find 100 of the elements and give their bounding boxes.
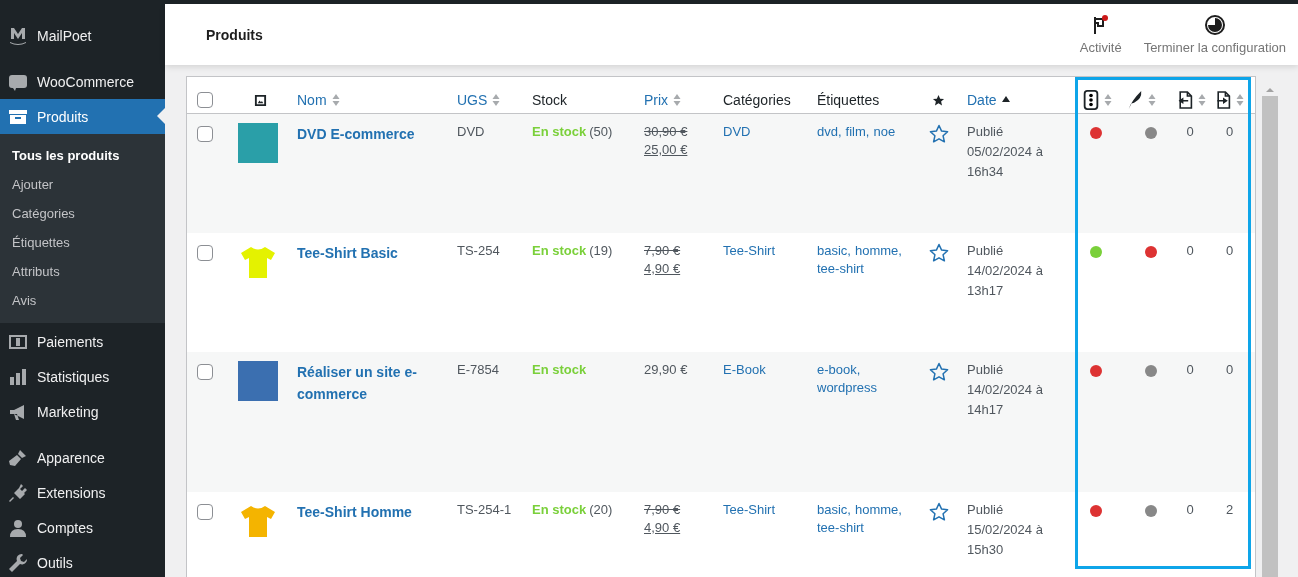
- price-text: 29,90 €: [644, 362, 689, 377]
- menu-item[interactable]: Outils: [0, 545, 165, 577]
- row-checkbox[interactable]: [197, 245, 213, 261]
- sku-text: TS-254-1: [457, 502, 512, 517]
- tag-link[interactable]: basic,: [817, 243, 851, 258]
- menu-item[interactable]: Statistiques: [0, 359, 165, 394]
- sort-icon[interactable]: [1104, 93, 1112, 107]
- sale-price: 4,90 €: [644, 261, 682, 276]
- stock-status: En stock: [532, 124, 587, 139]
- tag-link[interactable]: tee-shirt: [817, 261, 864, 276]
- menu-item[interactable]: WooCommerce: [0, 64, 165, 99]
- outgoing-document-icon[interactable]: [1215, 90, 1231, 110]
- photo-placeholder: [238, 123, 278, 163]
- menu-item[interactable]: Marketing: [0, 394, 165, 429]
- tag-link[interactable]: noe: [873, 124, 896, 139]
- old-price: 7,90 €: [644, 502, 682, 517]
- incoming-links-count: 0: [1186, 502, 1194, 517]
- incoming-links-count: 0: [1186, 124, 1194, 139]
- product-name-link[interactable]: Tee-Shirt Homme: [297, 502, 445, 524]
- sort-icon[interactable]: [1198, 93, 1206, 107]
- header-action[interactable]: Terminer la configuration: [1143, 14, 1286, 55]
- stock-status: En stock: [532, 243, 587, 258]
- sort-icon[interactable]: [1236, 93, 1244, 107]
- outgoing-links-count: 2: [1225, 502, 1234, 517]
- sort-icon[interactable]: [492, 93, 501, 107]
- menu-item[interactable]: MailPoet: [0, 18, 165, 53]
- sort-icon[interactable]: [1148, 93, 1156, 107]
- sort-column-link[interactable]: Prix: [644, 92, 669, 108]
- publish-date: 15/02/2024 à 15h30: [967, 521, 1044, 559]
- sort-icon[interactable]: [331, 93, 340, 107]
- menu-icon: [8, 482, 28, 503]
- publish-status: Publié: [967, 362, 1005, 377]
- outgoing-links-count: 0: [1225, 362, 1234, 377]
- sale-price: 4,90 €: [644, 520, 682, 535]
- publish-date: 14/02/2024 à 13h17: [967, 262, 1044, 300]
- star-icon[interactable]: [928, 124, 949, 144]
- stock-count: (19): [589, 243, 613, 258]
- menu-icon: [8, 447, 28, 468]
- category-link[interactable]: E-Book: [723, 362, 805, 377]
- submenu-item[interactable]: Avis: [0, 286, 165, 315]
- submenu-item[interactable]: Catégories: [0, 199, 165, 228]
- outgoing-links-count: 0: [1225, 124, 1234, 139]
- tag-link[interactable]: wordpress: [817, 380, 877, 395]
- tag-link[interactable]: homme,: [854, 502, 902, 517]
- sort-column-link[interactable]: Nom: [297, 92, 327, 108]
- menu-item[interactable]: Extensions: [0, 475, 165, 510]
- row-checkbox[interactable]: [197, 126, 213, 142]
- sku-text: E-7854: [457, 362, 499, 377]
- product-name-link[interactable]: Tee-Shirt Basic: [297, 243, 445, 265]
- star-icon[interactable]: [928, 243, 949, 263]
- star-icon[interactable]: [928, 502, 949, 522]
- incoming-links-count: 0: [1186, 243, 1194, 258]
- submenu-item[interactable]: Étiquettes: [0, 228, 165, 257]
- sort-column-link[interactable]: Date: [967, 92, 997, 108]
- sort-icon[interactable]: [673, 93, 682, 107]
- image-icon: [253, 93, 267, 107]
- row-checkbox[interactable]: [197, 364, 213, 380]
- stock-count: (20): [589, 502, 613, 517]
- tag-link[interactable]: e-book,: [817, 362, 861, 377]
- category-link[interactable]: Tee-Shirt: [723, 502, 805, 517]
- publish-date: 14/02/2024 à 14h17: [967, 381, 1044, 419]
- row-checkbox[interactable]: [197, 504, 213, 520]
- publish-status: Publié: [967, 502, 1005, 517]
- tag-link[interactable]: basic,: [817, 502, 851, 517]
- category-link[interactable]: DVD: [723, 124, 805, 139]
- menu-icon: [8, 517, 28, 538]
- traffic-light-icon[interactable]: [1083, 90, 1099, 110]
- publish-status: Publié: [967, 243, 1005, 258]
- menu-item[interactable]: Apparence: [0, 440, 165, 475]
- submenu-item[interactable]: Attributs: [0, 257, 165, 286]
- star-icon[interactable]: [928, 362, 949, 382]
- menu-item[interactable]: Comptes: [0, 510, 165, 545]
- submenu-item[interactable]: Tous les produits: [0, 141, 165, 170]
- progress-icon: [1203, 14, 1226, 36]
- photo-placeholder: [238, 361, 278, 401]
- old-price: 7,90 €: [644, 243, 682, 258]
- product-name-link[interactable]: Réaliser un site e-commerce: [297, 362, 445, 406]
- submenu-item[interactable]: Ajouter: [0, 170, 165, 199]
- sort-column-link[interactable]: UGS: [457, 92, 488, 108]
- tag-link[interactable]: dvd,: [817, 124, 842, 139]
- incoming-links-count: 0: [1186, 362, 1194, 377]
- incoming-document-icon[interactable]: [1177, 90, 1193, 110]
- stock-status: En stock: [532, 502, 587, 517]
- sku-text: TS-254: [457, 243, 500, 258]
- column-header: Étiquettes: [817, 92, 880, 108]
- tag-link[interactable]: tee-shirt: [817, 520, 864, 535]
- menu-icon: [8, 25, 28, 46]
- select-all-checkbox[interactable]: [197, 92, 213, 108]
- header-action[interactable]: Activité: [1079, 14, 1122, 55]
- column-header: Catégories: [723, 92, 791, 108]
- star-icon: [932, 93, 945, 107]
- tag-link[interactable]: homme,: [854, 243, 902, 258]
- old-price: 30,90 €: [644, 124, 689, 139]
- menu-item[interactable]: Produits: [0, 99, 165, 134]
- sale-price: 25,00 €: [644, 142, 689, 157]
- tag-link[interactable]: film,: [845, 124, 870, 139]
- menu-icon: [8, 366, 28, 387]
- product-name-link[interactable]: DVD E-commerce: [297, 124, 445, 146]
- menu-item[interactable]: Paiements: [0, 324, 165, 359]
- category-link[interactable]: Tee-Shirt: [723, 243, 805, 258]
